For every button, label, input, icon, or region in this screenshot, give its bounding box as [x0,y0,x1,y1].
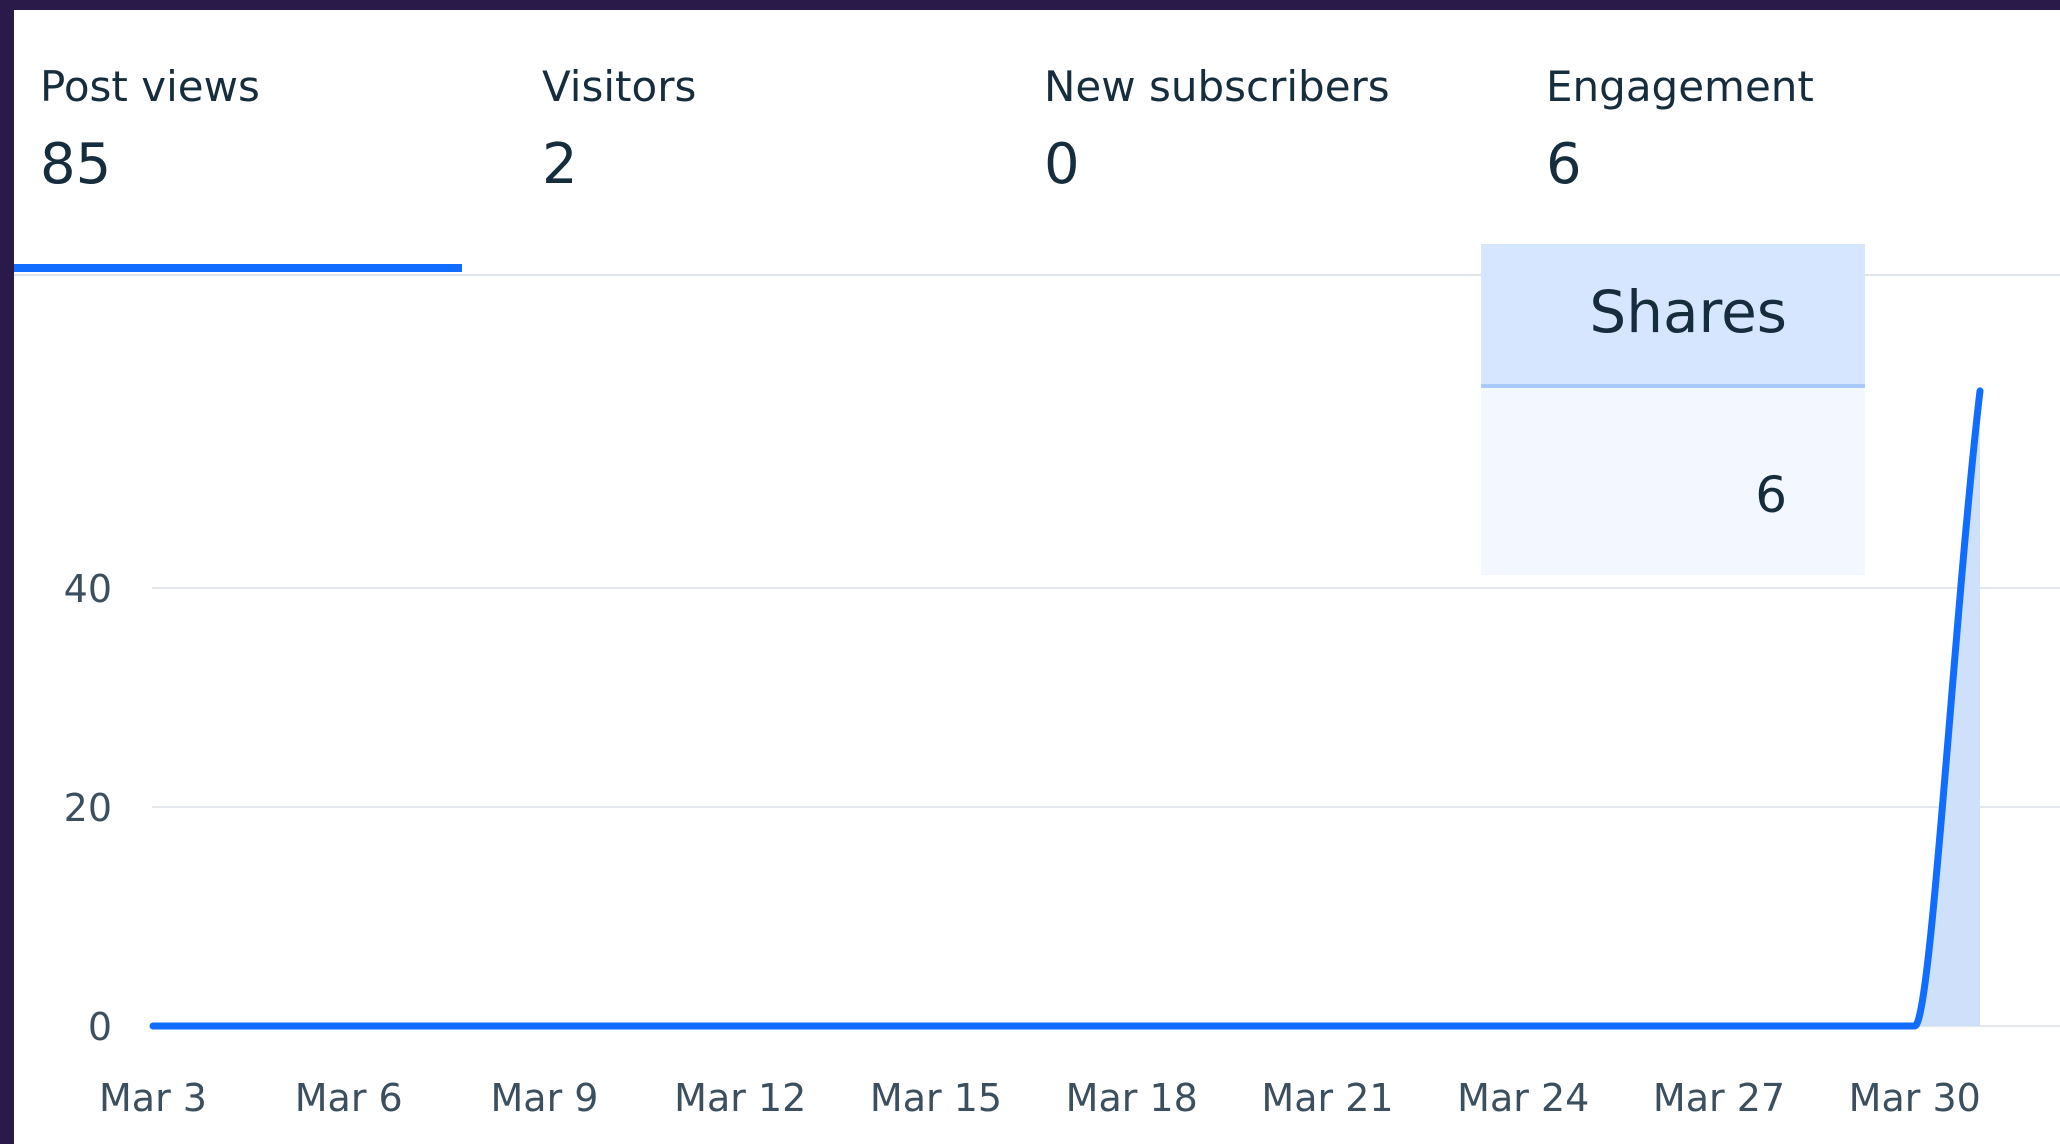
x-tick-label: Mar 30 [1849,1076,1981,1120]
y-tick-label: 40 [64,567,112,611]
tooltip-title: Shares [1589,278,1787,346]
analytics-panel: Post views 85 Visitors 2 New subscribers… [14,10,2060,1144]
post-views-chart: 02040 Mar 3 Mar 6 Mar 9 Mar 12 Mar 15 Mar 18 M… [64,387,2060,1120]
x-tick-label: Mar 6 [295,1076,403,1120]
chart-tooltip: Shares 6 [1481,244,1865,575]
tooltip-value: 6 [1755,466,1787,524]
chart-gridlines [152,587,2060,1027]
x-tick-label: Mar 15 [870,1076,1002,1120]
tooltip-header: Shares [1481,244,1865,388]
y-axis-ticks: 0 20 40 [64,567,112,1049]
y-tick-label: 20 [64,786,112,830]
x-tick-label: Mar 27 [1653,1076,1785,1120]
x-tick-label: Mar 3 [99,1076,207,1120]
x-tick-label: Mar 21 [1261,1076,1393,1120]
x-tick-label: Mar 18 [1066,1076,1198,1120]
x-tick-label: Mar 12 [674,1076,806,1120]
x-tick-label: Mar 9 [491,1076,599,1120]
x-axis-ticks: Mar 3 Mar 6 Mar 9 Mar 12 Mar 15 Mar 18 Mar 21 M… [99,1076,1981,1120]
x-tick-label: Mar 24 [1457,1076,1589,1120]
y-tick-label: 0 [88,1005,112,1049]
